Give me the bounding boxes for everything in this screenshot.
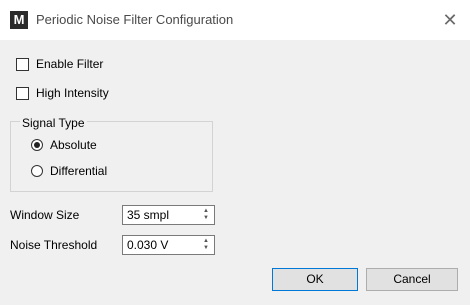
enable-filter-label: Enable Filter bbox=[36, 57, 104, 71]
high-intensity-label: High Intensity bbox=[36, 86, 109, 100]
spin-up-icon[interactable]: ▲ bbox=[203, 208, 209, 215]
noise-threshold-spin-arrows[interactable]: ▲ ▼ bbox=[201, 236, 211, 254]
absolute-radio-button[interactable] bbox=[31, 139, 43, 151]
noise-threshold-spinbox[interactable]: 0.030 V ▲ ▼ bbox=[122, 235, 215, 255]
spin-down-icon[interactable]: ▼ bbox=[203, 245, 209, 252]
noise-threshold-value[interactable]: 0.030 V bbox=[127, 238, 168, 252]
ok-button[interactable]: OK bbox=[272, 268, 358, 291]
window-title: Periodic Noise Filter Configuration bbox=[36, 12, 234, 27]
spin-up-icon[interactable]: ▲ bbox=[203, 238, 209, 245]
signal-type-group bbox=[10, 121, 213, 192]
window-size-spinbox[interactable]: 35 smpl ▲ ▼ bbox=[122, 205, 215, 225]
absolute-label: Absolute bbox=[50, 138, 97, 152]
signal-type-group-label: Signal Type bbox=[20, 116, 87, 130]
differential-radio[interactable]: Differential bbox=[31, 164, 107, 178]
absolute-radio[interactable]: Absolute bbox=[31, 138, 97, 152]
window-size-value[interactable]: 35 smpl bbox=[127, 208, 169, 222]
title-bar: M Periodic Noise Filter Configuration ✕ bbox=[0, 0, 470, 40]
app-icon: M bbox=[10, 11, 28, 29]
high-intensity-checkbox[interactable]: High Intensity bbox=[16, 86, 109, 100]
differential-radio-button[interactable] bbox=[31, 165, 43, 177]
noise-threshold-label: Noise Threshold bbox=[10, 238, 98, 252]
differential-label: Differential bbox=[50, 164, 108, 178]
high-intensity-checkbox-box[interactable] bbox=[16, 86, 29, 100]
close-icon[interactable]: ✕ bbox=[438, 8, 462, 32]
window-size-spin-arrows[interactable]: ▲ ▼ bbox=[201, 206, 211, 224]
cancel-button[interactable]: Cancel bbox=[366, 268, 458, 291]
enable-filter-checkbox-box[interactable] bbox=[16, 57, 29, 71]
enable-filter-checkbox[interactable]: Enable Filter bbox=[16, 57, 103, 71]
spin-down-icon[interactable]: ▼ bbox=[203, 215, 209, 222]
window-size-label: Window Size bbox=[10, 208, 80, 222]
